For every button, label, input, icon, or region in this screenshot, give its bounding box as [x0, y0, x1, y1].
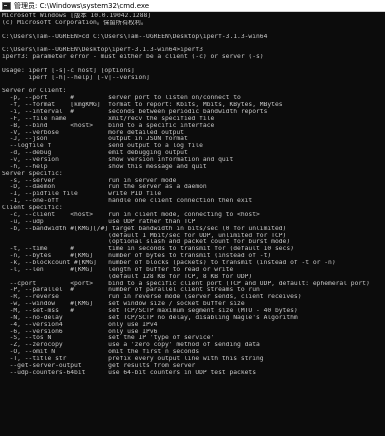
console-line: --get-server-output get results from ser… — [2, 362, 196, 369]
console-line: -O, --omit N omit the first n seconds — [2, 349, 200, 356]
console-line: -S, --tos N set the IP 'type of service' — [2, 335, 215, 342]
console-line: -c, --client <host> run in client mode, … — [2, 211, 260, 218]
console-line: -i, --interval # seconds between periodi… — [2, 109, 268, 116]
console-line: -k, --blockcount #[KMG] number of blocks… — [2, 259, 336, 266]
console-line: -4, --version4 only use IPv4 — [2, 321, 158, 328]
console-line: iperf [-h|--help] [-v|--version] — [2, 74, 150, 81]
console-line: -R, --reverse run in reverse mode (serve… — [2, 294, 302, 301]
console-line: -d, --debug emit debugging output — [2, 150, 188, 157]
console-line: -1, --one-off handle one client connecti… — [2, 198, 253, 205]
console-line: -u, --udp use UDP rather than TCP — [2, 218, 196, 225]
console-line: C:\Users\Tam--UGREEN>cd C:\Users\Tam--UG… — [2, 33, 268, 40]
console-line: -J, --json output in JSON format — [2, 136, 188, 143]
console-line: -F, --file name xmit/recv the specified … — [2, 115, 215, 122]
console-line: -T, --title str prefix every output line… — [2, 355, 264, 362]
console-line: --cport <port> bind to a specific client… — [2, 280, 370, 287]
console-line: -s, --server run in server mode — [2, 177, 177, 184]
console-line: C:\Users\Tam--UGREEN\Desktop\iperf-3.1.3… — [2, 47, 203, 54]
console-line: Microsoft Windows [版本 10.0.19042.1288] — [2, 13, 152, 19]
console-line: -t, --time # time in seconds to transmit… — [2, 246, 294, 253]
console-line: (optional slash and packet count for bur… — [2, 239, 291, 246]
console-line: -w, --window #[KMG] set window size / so… — [2, 301, 245, 308]
console-line: -Z, --zerocopy use a 'zero copy' method … — [2, 342, 260, 349]
console-line: Usage: iperf [-s|-c host] [options] — [2, 67, 135, 74]
console-output[interactable]: Microsoft Windows [版本 10.0.19042.1288] (c… — [2, 13, 385, 436]
title-bar[interactable]: 管理员: C:\Windows\system32\cmd.exe — [0, 0, 385, 12]
console-line: -f, --format [kmgKMG] format to report: … — [2, 102, 283, 109]
console-line: -v, --version show version information a… — [2, 157, 234, 164]
console-line: -N, --no-delay set TCP/SCTP no delay, di… — [2, 314, 298, 321]
console-line: Server specific: — [2, 170, 63, 177]
console-line: -p, --port # server port to listen on/co… — [2, 95, 241, 102]
console-line: -l, --len #[KMG] length of buffer to rea… — [2, 266, 234, 273]
console-line: -n, --bytes #[KMG] number of bytes to tr… — [2, 253, 272, 260]
console-line: -V, --verbose more detailed output — [2, 129, 184, 136]
console-line: -6, --version6 only use IPv6 — [2, 328, 158, 335]
console-line: --logfile f send output to a log file — [2, 143, 203, 150]
console-line: -B, --bind <host> bind to a specific int… — [2, 122, 215, 129]
console-line: (default 128 KB for TCP, 8 KB for UDP) — [2, 273, 253, 280]
console-line: -M, --set-mss # set TCP/SCTP maximum seg… — [2, 307, 298, 314]
cmd-window: 管理员: C:\Windows\system32\cmd.exe Microso… — [0, 0, 385, 436]
console-line: (c) Microsoft Corporation。保留所有权利。 — [2, 19, 148, 26]
console-line: -b, --bandwidth #[KMG][/#] target bandwi… — [2, 225, 287, 232]
window-title: 管理员: C:\Windows\system32\cmd.exe — [14, 1, 150, 10]
console-icon — [2, 1, 11, 10]
console-line: -h, --help show this message and quit — [2, 163, 207, 170]
console-line: Server or Client: — [2, 88, 67, 95]
console-line: (default 1 Mbit/sec for UDP, unlimited f… — [2, 232, 287, 239]
console-line: iperf3: parameter error - must either be… — [2, 54, 264, 61]
console-line: -I, --pidfile file write PID file — [2, 191, 162, 198]
console-line: Client specific: — [2, 205, 63, 212]
console-line: -P, --parallel # number of parallel clie… — [2, 287, 260, 294]
console-line: -D, --daemon run the server as a daemon — [2, 184, 207, 191]
console-line: --udp-counters-64bit use 64-bit counters… — [2, 369, 257, 376]
